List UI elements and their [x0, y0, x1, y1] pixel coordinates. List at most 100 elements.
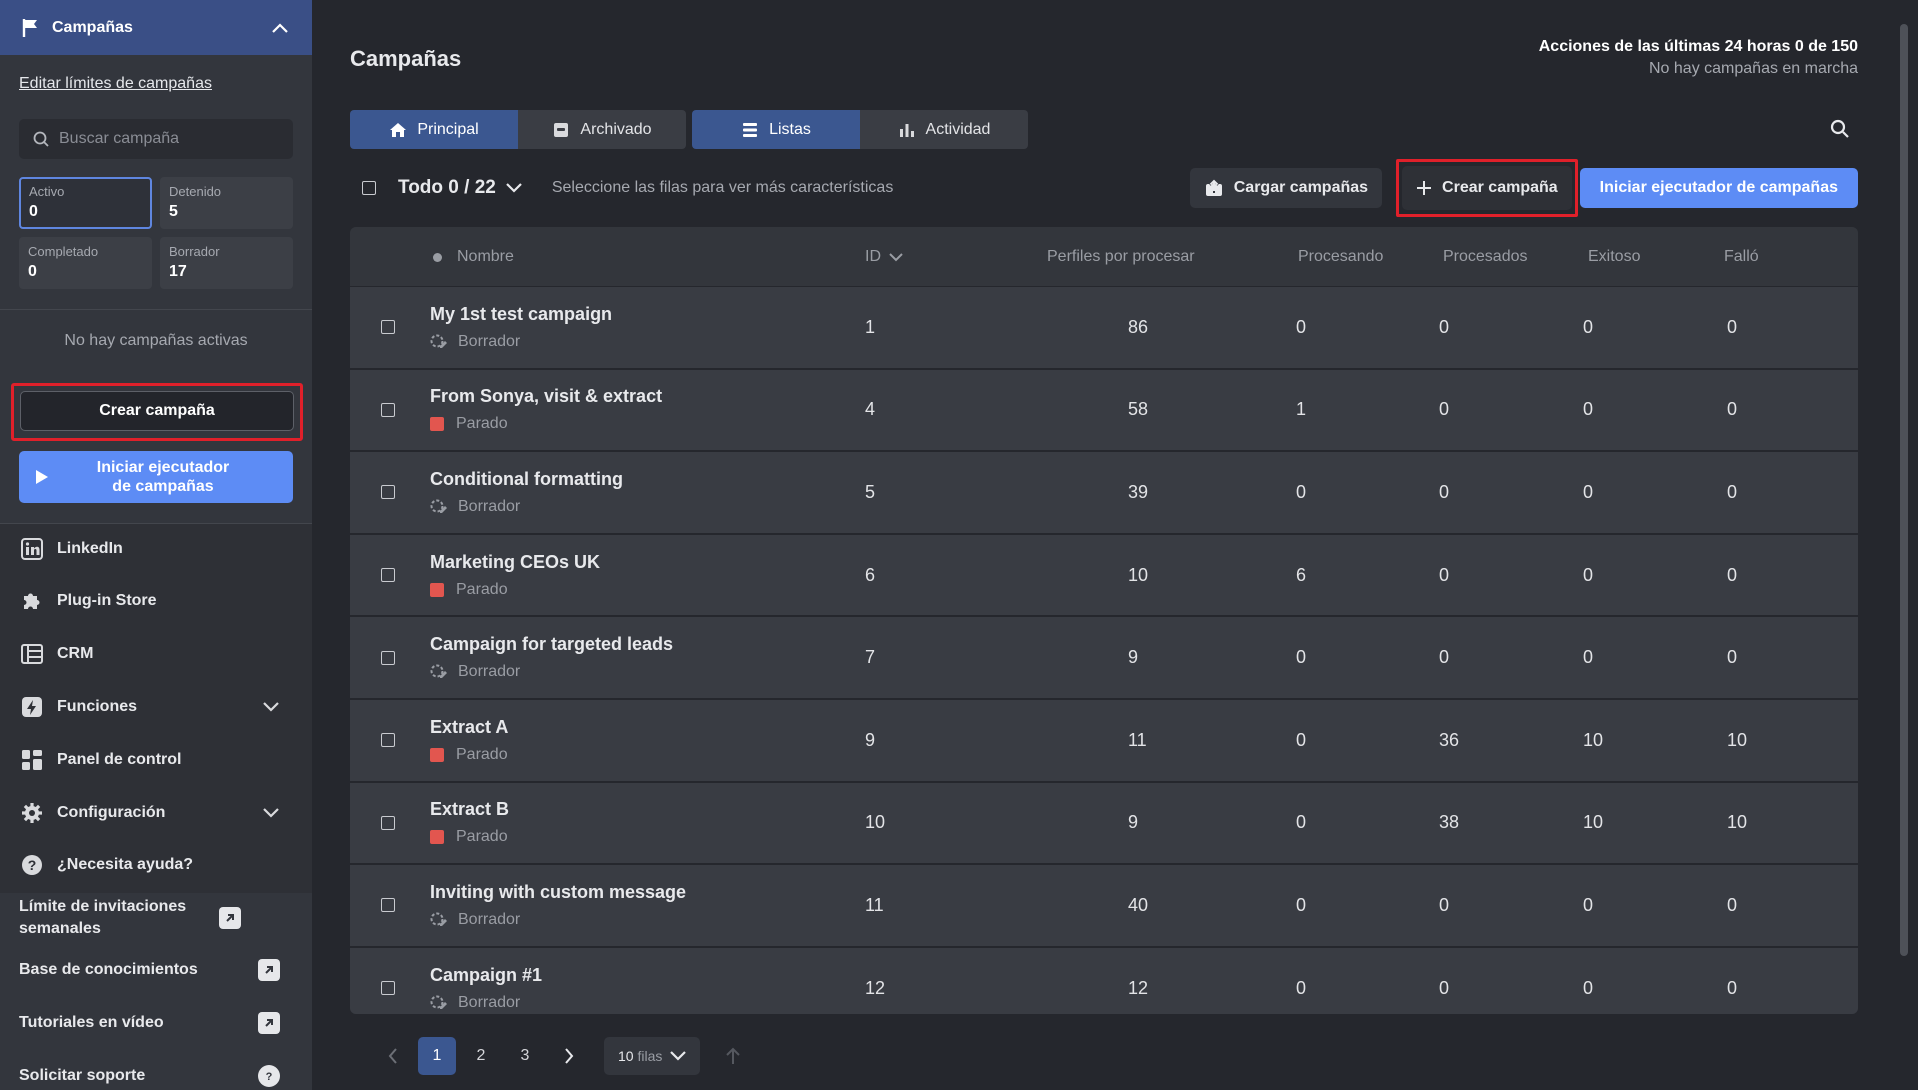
page-2[interactable]: 2	[462, 1037, 500, 1075]
nav-item-plugin-store[interactable]: Plug-in Store	[21, 590, 279, 612]
campaign-name[interactable]: Extract B	[430, 799, 509, 820]
stat-active[interactable]: Activo 0	[19, 177, 152, 229]
table-row[interactable]: Inviting with custom message Borrador 11 40…	[350, 865, 1858, 948]
link-knowledge-base[interactable]: Base de conocimientos	[19, 959, 280, 981]
row-checkbox[interactable]	[381, 568, 395, 583]
campaign-name[interactable]: Campaign #1	[430, 965, 542, 986]
select-all-checkbox[interactable]	[362, 181, 376, 195]
campaign-search[interactable]	[19, 119, 293, 159]
campaign-name[interactable]: Extract A	[430, 717, 508, 738]
campaign-name[interactable]: My 1st test campaign	[430, 304, 612, 325]
col-name[interactable]: Nombre	[433, 227, 514, 287]
campaign-name[interactable]: Marketing CEOs UK	[430, 552, 600, 573]
plus-icon	[1417, 181, 1432, 195]
tab-archivado[interactable]: Archivado	[518, 110, 686, 149]
col-processed[interactable]: Procesados	[1443, 227, 1528, 287]
tab-actividad[interactable]: Actividad	[860, 110, 1028, 149]
campaign-name-cell[interactable]: Marketing CEOs UK Parado	[430, 535, 600, 616]
next-page-button[interactable]	[550, 1037, 588, 1075]
campaign-search-input[interactable]	[59, 130, 279, 148]
stat-draft[interactable]: Borrador 17	[160, 237, 293, 289]
page-3[interactable]: 3	[506, 1037, 544, 1075]
col-success[interactable]: Exitoso	[1588, 227, 1640, 287]
stopped-status-icon	[430, 830, 444, 845]
chevron-down-icon	[670, 1051, 687, 1061]
campaign-name[interactable]: From Sonya, visit & extract	[430, 386, 662, 407]
table-row[interactable]: Marketing CEOs UK Parado 6 10 6 0 0 0	[350, 534, 1858, 618]
stat-stopped[interactable]: Detenido 5	[160, 177, 293, 229]
campaign-name-cell[interactable]: Extract A Parado	[430, 700, 508, 781]
row-checkbox[interactable]	[381, 485, 395, 500]
col-processing[interactable]: Procesando	[1298, 227, 1383, 287]
row-checkbox[interactable]	[381, 815, 395, 830]
stat-completed[interactable]: Completado 0	[19, 237, 152, 289]
play-icon	[36, 470, 48, 484]
cell-failed: 0	[1727, 647, 1738, 668]
col-profiles[interactable]: Perfiles por procesar	[1047, 227, 1195, 287]
campaign-name-cell[interactable]: My 1st test campaign Borrador	[430, 287, 612, 368]
sidebar-header-campaigns[interactable]: Campañas	[0, 0, 312, 55]
col-id[interactable]: ID	[865, 227, 903, 287]
row-checkbox[interactable]	[381, 320, 395, 335]
table-row[interactable]: From Sonya, visit & extract Parado 4 58 1 0 0 0	[350, 369, 1858, 453]
cell-processing: 0	[1296, 729, 1307, 750]
nav-item-help[interactable]: ? ¿Necesita ayuda?	[21, 854, 279, 876]
page-1[interactable]: 1	[418, 1037, 456, 1075]
cell-id: 1	[865, 316, 876, 337]
help-icon: ?	[22, 855, 42, 875]
row-checkbox[interactable]	[381, 733, 395, 748]
row-checkbox[interactable]	[381, 402, 395, 417]
campaign-name-cell[interactable]: Campaign for targeted leads Borrador	[430, 617, 673, 698]
scrollbar[interactable]	[1900, 24, 1908, 956]
tab-listas[interactable]: Listas	[692, 110, 860, 149]
nav-item-linkedin[interactable]: LinkedIn	[21, 538, 279, 560]
load-campaigns-button[interactable]: Cargar campañas	[1189, 168, 1383, 208]
col-failed[interactable]: Falló	[1724, 227, 1759, 287]
chevron-down-icon[interactable]	[263, 702, 279, 712]
campaign-name-cell[interactable]: Conditional formatting Borrador	[430, 452, 623, 533]
tab-principal[interactable]: Principal	[350, 110, 518, 149]
campaign-name[interactable]: Campaign for targeted leads	[430, 634, 673, 655]
nav-label: Panel de control	[57, 751, 182, 768]
link-weekly-invite-limit[interactable]: Límite de invitaciones semanales	[19, 896, 280, 940]
nav-item-crm[interactable]: CRM	[21, 643, 279, 665]
campaign-name[interactable]: Conditional formatting	[430, 469, 623, 490]
campaign-name-cell[interactable]: Inviting with custom message Borrador	[430, 865, 686, 946]
table-row[interactable]: Conditional formatting Borrador 5 39 0 0 0 0	[350, 452, 1858, 535]
bottom-link-label: Base de conocimientos	[19, 961, 198, 978]
campaign-name-cell[interactable]: Extract B Parado	[430, 783, 509, 864]
sidebar-create-campaign-button[interactable]: Crear campaña	[20, 391, 294, 431]
run-campaigns-button[interactable]: Iniciar ejecutador de campañas	[1579, 168, 1858, 208]
stat-value: 5	[169, 203, 178, 220]
nav-item-functions[interactable]: Funciones	[21, 696, 279, 718]
nav-item-dashboard[interactable]: Panel de control	[21, 749, 279, 771]
chevron-down-icon[interactable]	[263, 808, 279, 818]
scroll-to-top-button[interactable]	[714, 1037, 752, 1075]
link-video-tutorials[interactable]: Tutoriales en vídeo	[19, 1012, 280, 1034]
search-icon[interactable]	[1830, 119, 1850, 139]
row-checkbox[interactable]	[381, 898, 395, 913]
table-row[interactable]: Extract A Parado 9 11 0 36 10 10	[350, 699, 1858, 783]
row-checkbox[interactable]	[381, 650, 395, 665]
campaign-name-cell[interactable]: From Sonya, visit & extract Parado	[430, 370, 662, 451]
edit-limits-link[interactable]: Editar límites de campañas	[19, 75, 312, 93]
rows-per-page-select[interactable]: 10 filas	[604, 1037, 701, 1075]
create-campaign-button[interactable]: Crear campaña	[1402, 166, 1572, 210]
campaign-status: Parado	[430, 415, 508, 433]
no-active-campaigns: No hay campañas activas	[64, 332, 248, 349]
cell-profiles: 39	[1128, 481, 1149, 502]
table-row[interactable]: Campaign #1 Borrador 12 12 0 0 0 0	[350, 947, 1858, 1014]
campaign-name-cell[interactable]: Campaign #1 Borrador	[430, 948, 542, 1014]
nav-item-settings[interactable]: Configuración	[21, 802, 279, 824]
sidebar-run-campaigns-button[interactable]: Iniciar ejecutador de campañas	[19, 451, 293, 503]
table-row[interactable]: Extract B Parado 10 9 0 38 10 10	[350, 782, 1858, 866]
prev-page-button[interactable]	[374, 1037, 412, 1075]
campaign-name[interactable]: Inviting with custom message	[430, 882, 686, 903]
link-request-support[interactable]: Solicitar soporte ?	[19, 1065, 280, 1087]
row-checkbox-cell	[381, 700, 395, 781]
table-row[interactable]: My 1st test campaign Borrador 1 86 0 0 0 0	[350, 287, 1858, 370]
chevron-up-icon[interactable]	[272, 22, 288, 33]
row-checkbox[interactable]	[381, 981, 395, 996]
table-row[interactable]: Campaign for targeted leads Borrador 7 9 0 0 0…	[350, 617, 1858, 700]
select-all-dropdown[interactable]: Todo 0 / 22	[398, 177, 522, 199]
